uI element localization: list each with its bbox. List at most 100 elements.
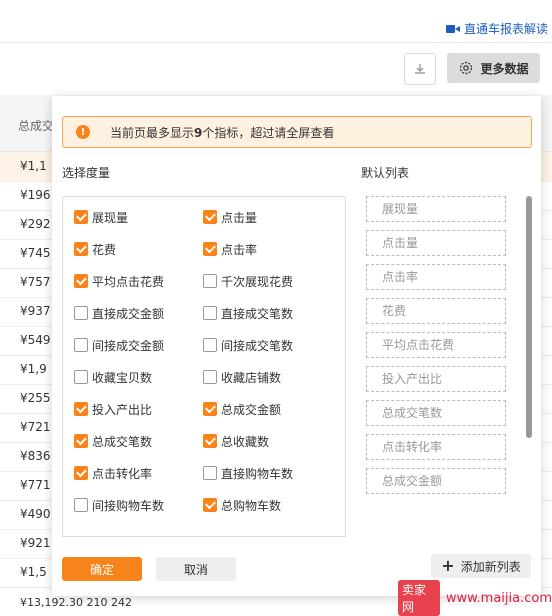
checkbox[interactable] — [74, 306, 88, 320]
metric-checkbox-item[interactable]: 直接成交金额 — [74, 305, 164, 321]
total-deal-cell: ¥1,1 — [20, 159, 47, 173]
checkbox[interactable] — [203, 370, 217, 384]
top-bar: 直通车报表解读 — [0, 0, 552, 43]
total-deal-cell: ¥745 — [20, 246, 51, 260]
checkbox[interactable] — [203, 242, 217, 256]
default-list-item[interactable]: 平均点击花费 — [366, 332, 506, 358]
total-deal-cell: ¥255 — [20, 391, 51, 405]
default-list-item[interactable]: 展现量 — [366, 196, 506, 222]
metric-checkbox-item[interactable]: 展现量 — [74, 209, 128, 225]
total-deal-cell: ¥836 — [20, 449, 51, 463]
default-list-scrollbar[interactable] — [526, 196, 532, 496]
default-list-item[interactable]: 总成交金额 — [366, 468, 506, 494]
metric-checkbox-item[interactable]: 收藏宝贝数 — [74, 369, 152, 385]
add-new-list-button[interactable]: + 添加新列表 — [431, 554, 531, 578]
checkbox[interactable] — [203, 306, 217, 320]
select-metrics-title: 选择度量 — [62, 166, 111, 180]
metric-checkbox-item[interactable]: 投入产出比 — [74, 401, 152, 417]
metric-label: 花费 — [92, 242, 117, 257]
metric-label: 点击转化率 — [92, 466, 153, 481]
download-button[interactable] — [404, 53, 436, 85]
metric-checkbox-item[interactable]: 间接购物车数 — [74, 497, 164, 513]
metric-checkbox-item[interactable]: 总收藏数 — [203, 433, 269, 449]
report-help-link[interactable]: 直通车报表解读 — [445, 20, 548, 37]
metric-label: 展现量 — [92, 210, 129, 225]
total-deal-cell: ¥1,5 — [20, 565, 47, 579]
metric-label: 点击量 — [221, 210, 258, 225]
checkbox[interactable] — [74, 498, 88, 512]
more-data-label: 更多数据 — [480, 61, 529, 76]
more-data-button[interactable]: 更多数据 — [447, 53, 540, 83]
metric-checkbox-item[interactable]: 收藏店铺数 — [203, 369, 281, 385]
metric-checkbox-item[interactable]: 点击率 — [203, 241, 257, 257]
metric-checkbox-item[interactable]: 直接成交笔数 — [203, 305, 293, 321]
metric-checkbox-item[interactable]: 间接成交金额 — [74, 337, 164, 353]
watermark-url: www.maijia.com — [445, 590, 552, 606]
watermark-brand: 卖家网 — [398, 580, 440, 616]
metric-label: 直接购物车数 — [221, 466, 294, 481]
total-deal-cell: ¥937 — [20, 304, 51, 318]
checkbox[interactable] — [74, 466, 88, 480]
total-deal-cell: ¥721 — [20, 420, 51, 434]
checkbox[interactable] — [74, 274, 88, 288]
default-list-item[interactable]: 投入产出比 — [366, 366, 506, 392]
total-deal-cell: ¥292 — [20, 217, 51, 231]
total-deal-cell: ¥771 — [20, 478, 51, 492]
plus-icon: + — [441, 556, 455, 575]
add-new-list-label: 添加新列表 — [460, 559, 521, 574]
metric-checkbox-item[interactable]: 平均点击花费 — [74, 273, 164, 289]
checkbox[interactable] — [203, 434, 217, 448]
metric-checkbox-item[interactable]: 间接成交笔数 — [203, 337, 293, 353]
checkbox[interactable] — [74, 210, 88, 224]
checkbox[interactable] — [203, 402, 217, 416]
metric-label: 总成交金额 — [221, 402, 282, 417]
total-deal-cell: ¥1,9 — [20, 362, 47, 376]
checkbox[interactable] — [74, 370, 88, 384]
default-list-title: 默认列表 — [361, 166, 410, 180]
metric-checkbox-item[interactable]: 千次展现花费 — [203, 273, 293, 289]
confirm-button[interactable]: 确定 — [62, 557, 142, 581]
checkbox[interactable] — [74, 434, 88, 448]
default-list-item[interactable]: 花费 — [366, 298, 506, 324]
metric-checkbox-item[interactable]: 总成交笔数 — [74, 433, 152, 449]
default-list-item[interactable]: 点击量 — [366, 230, 506, 256]
metric-checkbox-item[interactable]: 点击转化率 — [74, 465, 152, 481]
video-icon — [445, 24, 460, 34]
total-deal-cell: ¥757 — [20, 275, 51, 289]
warning-icon: ! — [76, 125, 90, 139]
checkbox[interactable] — [203, 498, 217, 512]
tail-row-values: ¥13,192.30 210 242 — [20, 596, 132, 609]
download-icon — [415, 64, 425, 74]
metric-label: 总购物车数 — [221, 498, 282, 513]
cancel-button[interactable]: 取消 — [156, 557, 236, 581]
gear-icon — [460, 61, 473, 75]
metric-checkbox-item[interactable]: 点击量 — [203, 209, 257, 225]
default-list-item[interactable]: 点击率 — [366, 264, 506, 290]
metric-checkbox-item[interactable]: 总成交金额 — [203, 401, 281, 417]
total-deal-cell: ¥549 — [20, 333, 51, 347]
metric-label: 间接成交笔数 — [221, 338, 294, 353]
total-deal-cell: ¥490 — [20, 507, 51, 521]
metric-checkbox-item[interactable]: 总购物车数 — [203, 497, 281, 513]
checkbox[interactable] — [203, 274, 217, 288]
notice-text: 当前页最多显示9个指标，超过请全屏查看 — [110, 125, 335, 140]
notice-banner: ! 当前页最多显示9个指标，超过请全屏查看 — [62, 116, 532, 148]
more-data-panel: ! 当前页最多显示9个指标，超过请全屏查看 选择度量 默认列表 展现量 点击量 花费… — [52, 96, 541, 596]
checkbox[interactable] — [203, 338, 217, 352]
metric-label: 总成交笔数 — [92, 434, 153, 449]
checkbox[interactable] — [74, 402, 88, 416]
metric-checkbox-item[interactable]: 直接购物车数 — [203, 465, 293, 481]
metric-label: 千次展现花费 — [221, 274, 294, 289]
checkbox[interactable] — [74, 338, 88, 352]
column-header-total-deal: 总成交 — [18, 119, 55, 133]
default-list-item[interactable]: 点击转化率 — [366, 434, 506, 460]
total-deal-cell: ¥196 — [20, 188, 51, 202]
checkbox[interactable] — [203, 210, 217, 224]
metric-label: 收藏宝贝数 — [92, 370, 153, 385]
scrollbar-thumb[interactable] — [526, 196, 532, 438]
metric-checkbox-item[interactable]: 花费 — [74, 241, 116, 257]
default-list-item[interactable]: 总成交笔数 — [366, 400, 506, 426]
checkbox[interactable] — [74, 242, 88, 256]
metric-label: 总收藏数 — [221, 434, 270, 449]
checkbox[interactable] — [203, 466, 217, 480]
